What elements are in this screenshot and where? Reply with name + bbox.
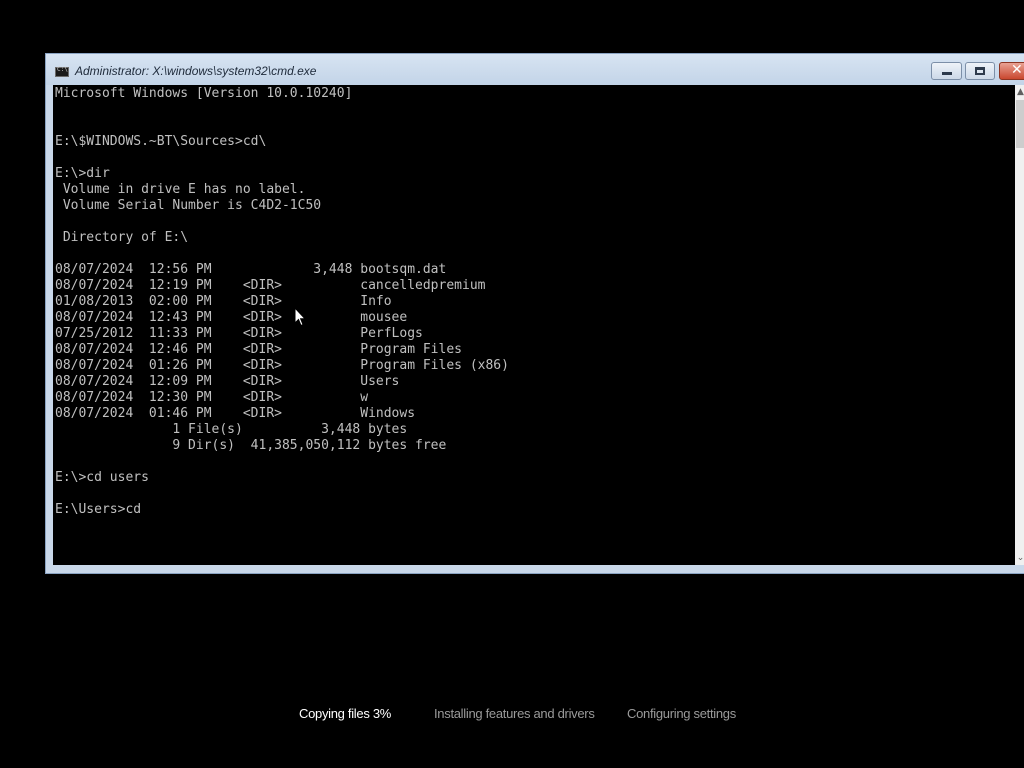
maximize-button[interactable] [965,62,995,80]
console-line: Directory of E:\ [55,230,189,245]
console-line: 08/07/2024 01:46 PM <DIR> Windows [55,406,416,421]
maximize-icon [975,67,985,75]
console-line: E:\>dir [55,166,110,181]
desktop-screen: Administrator: X:\windows\system32\cmd.e… [0,0,1024,768]
minimize-button[interactable] [931,62,962,80]
close-button[interactable]: ✕ [999,62,1024,80]
console-line: 08/07/2024 12:56 PM 3,448 bootsqm.dat [55,262,447,277]
scroll-down-arrow-icon[interactable]: ⌄ [1015,551,1024,565]
scroll-up-arrow-icon[interactable]: ▲ [1015,85,1024,99]
console-line: 01/08/2013 02:00 PM <DIR> Info [55,294,392,309]
mouse-cursor-icon [294,307,306,327]
console-line: 08/07/2024 12:19 PM <DIR> cancelledpremi… [55,278,486,293]
console-line: E:\Users>cd [55,502,142,517]
console-output[interactable]: Microsoft Windows [Version 10.0.10240] E… [53,85,1015,565]
console-line: 1 File(s) 3,448 bytes [55,422,408,437]
window-titlebar[interactable]: Administrator: X:\windows\system32\cmd.e… [46,54,1024,85]
close-icon: ✕ [1011,62,1023,78]
console-text: Microsoft Windows [Version 10.0.10240] E… [55,86,509,518]
console-line: 08/07/2024 12:09 PM <DIR> Users [55,374,400,389]
step-configuring-settings: Configuring settings [627,706,736,721]
scroll-thumb[interactable] [1016,100,1024,148]
cmd-window[interactable]: Administrator: X:\windows\system32\cmd.e… [45,53,1024,574]
console-line: Microsoft Windows [Version 10.0.10240] [55,86,353,101]
console-line: E:\$WINDOWS.~BT\Sources>cd\ [55,134,267,149]
console-line: 9 Dir(s) 41,385,050,112 bytes free [55,438,447,453]
vertical-scrollbar[interactable]: ▲ ⌄ [1015,85,1024,565]
minimize-icon [942,72,952,75]
step-copying-files: Copying files 3% [299,706,392,721]
console-line: E:\>cd users [55,470,149,485]
console-line: 08/07/2024 01:26 PM <DIR> Program Files … [55,358,509,373]
console-line: 08/07/2024 12:43 PM <DIR> mousee [55,310,408,325]
console-line: 08/07/2024 12:30 PM <DIR> w [55,390,369,405]
console-line: Volume Serial Number is C4D2-1C50 [55,198,322,213]
cmd-icon[interactable] [55,66,69,77]
console-line: 08/07/2024 12:46 PM <DIR> Program Files [55,342,462,357]
window-title: Administrator: X:\windows\system32\cmd.e… [75,64,317,78]
step-installing-features: Installing features and drivers [434,706,595,721]
console-line: 07/25/2012 11:33 PM <DIR> PerfLogs [55,326,423,341]
console-line: Volume in drive E has no label. [55,182,306,197]
setup-progress-steps: Copying files 3% Installing features and… [0,706,1024,726]
